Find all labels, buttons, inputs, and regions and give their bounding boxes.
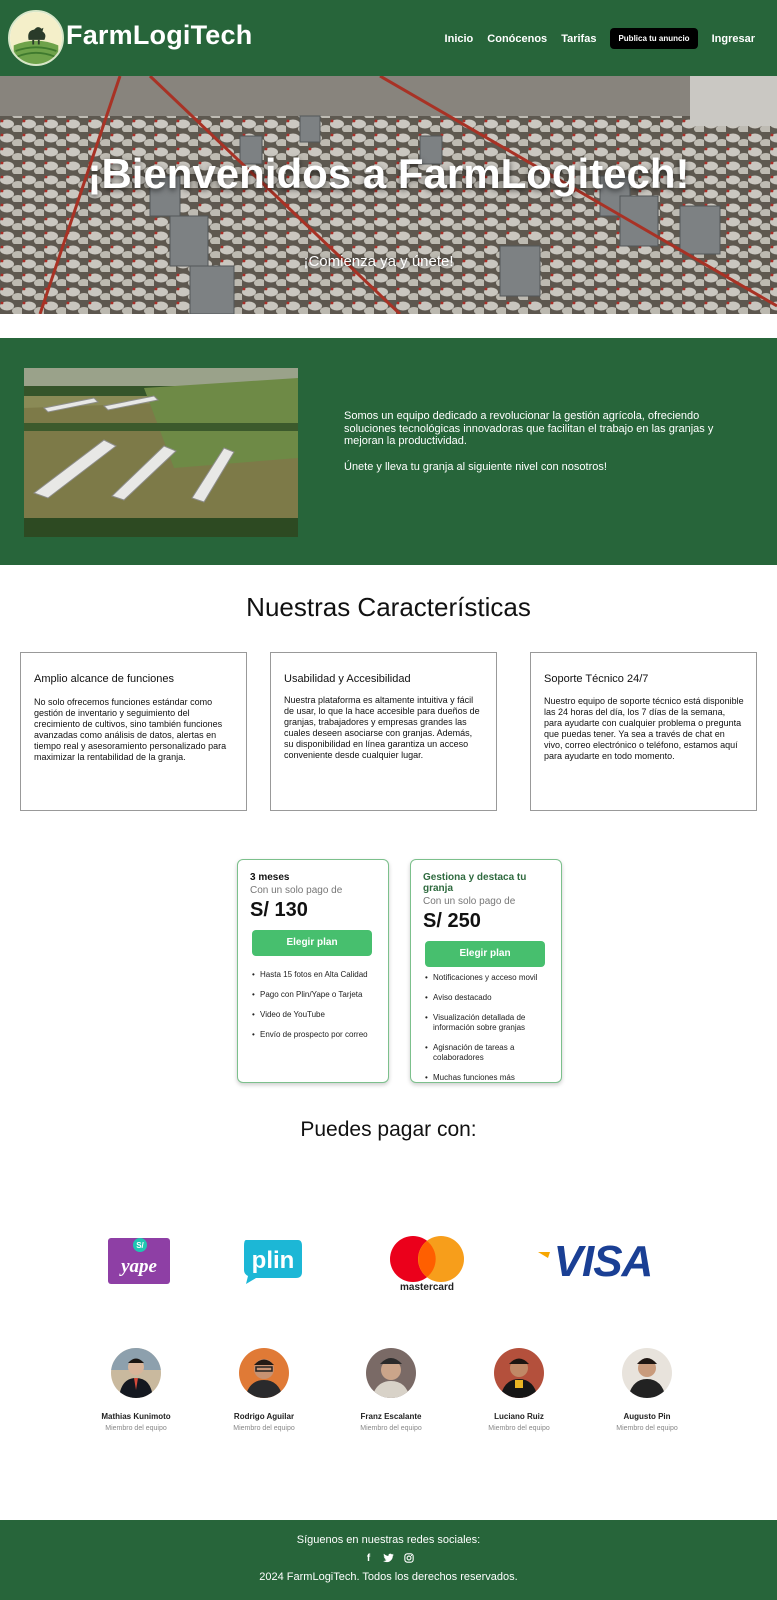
- footer: Síguenos en nuestras redes sociales: f 2…: [0, 1520, 777, 1600]
- feature-card-title: Usabilidad y Accesibilidad: [284, 673, 411, 685]
- plan-price: S/ 250: [423, 910, 481, 932]
- plan-price: S/ 130: [250, 899, 308, 921]
- svg-text:S/: S/: [136, 1241, 144, 1250]
- member-name: Mathias Kunimoto: [101, 1412, 171, 1421]
- plan-features: Hasta 15 fotos en Alta Calidad Pago con …: [250, 970, 376, 1040]
- member-name: Rodrigo Aguilar: [233, 1412, 295, 1421]
- feature-card-text: Nuestro equipo de soporte técnico está d…: [544, 696, 744, 761]
- visa-logo-icon: VISA: [536, 1237, 670, 1286]
- brand-name[interactable]: FarmLogiTech: [66, 20, 252, 51]
- plan-card-3-months: 3 meses Con un solo pago de S/ 130 Elegi…: [237, 859, 389, 1083]
- features-title: Nuestras Características: [246, 592, 531, 622]
- member-role: Miembro del equipo: [105, 1425, 167, 1432]
- plan-name: Gestiona y destaca tu granja: [423, 872, 527, 894]
- nav-link-inicio[interactable]: Inicio: [445, 33, 474, 45]
- member-role: Miembro del equipo: [233, 1425, 295, 1432]
- plin-logo-text: plin: [252, 1247, 295, 1274]
- avatar: [366, 1348, 416, 1398]
- member-role: Miembro del equipo: [488, 1425, 550, 1432]
- aerial-farm-image: [24, 368, 298, 537]
- avatar: [622, 1348, 672, 1398]
- member-name: Luciano Ruiz: [494, 1412, 544, 1421]
- nav-link-tarifas[interactable]: Tarifas: [561, 33, 596, 45]
- top-navbar: FarmLogiTech Inicio Conócenos Tarifas Pu…: [0, 0, 777, 76]
- feature-card-functions: Amplio alcance de funciones No solo ofre…: [20, 652, 247, 811]
- farm-logo-icon[interactable]: [8, 10, 64, 66]
- publish-ad-button[interactable]: Publica tu anuncio: [610, 28, 698, 49]
- avatar: [111, 1348, 161, 1398]
- list-item: Hasta 15 fotos en Alta Calidad: [250, 970, 376, 980]
- list-item: Video de YouTube: [250, 1010, 376, 1020]
- hero-banner: ¡Bienvenidos a FarmLogitech! ¡Comienza y…: [0, 76, 777, 314]
- facebook-icon[interactable]: f: [362, 1551, 376, 1565]
- instagram-icon[interactable]: [402, 1551, 416, 1565]
- member-name: Franz Escalante: [360, 1412, 422, 1421]
- login-link[interactable]: Ingresar: [712, 33, 755, 45]
- list-item: Muchas funciones más: [423, 1073, 549, 1083]
- yape-logo-text: yape: [119, 1256, 157, 1277]
- mastercard-logo-icon: mastercard: [386, 1236, 468, 1293]
- plan-subtitle: Con un solo pago de: [250, 885, 343, 896]
- visa-logo-text: VISA: [554, 1238, 653, 1282]
- about-section: Somos un equipo dedicado a revolucionar …: [0, 338, 777, 565]
- team-member: Mathias Kunimoto Miembro del equipo: [76, 1348, 196, 1432]
- avatar: [239, 1348, 289, 1398]
- plan-card-premium: Gestiona y destaca tu granja Con un solo…: [410, 859, 562, 1083]
- feature-card-title: Soporte Técnico 24/7: [544, 673, 649, 685]
- plan-name: 3 meses: [250, 872, 290, 883]
- feature-card-title: Amplio alcance de funciones: [34, 673, 175, 685]
- member-role: Miembro del equipo: [360, 1425, 422, 1432]
- footer-follow-text: Síguenos en nuestras redes sociales:: [296, 1534, 481, 1546]
- feature-card-text: No solo ofrecemos funciones estándar com…: [34, 697, 227, 762]
- feature-card-support: Soporte Técnico 24/7 Nuestro equipo de s…: [530, 652, 757, 811]
- nav-link-conocenos[interactable]: Conócenos: [487, 33, 547, 45]
- choose-plan-button[interactable]: Elegir plan: [252, 930, 372, 956]
- hero-subtitle: ¡Comienza ya y únete!: [303, 253, 454, 270]
- mastercard-logo-text: mastercard: [400, 1282, 454, 1290]
- copyright-text: 2024 FarmLogiTech. Todos los derechos re…: [259, 1571, 518, 1583]
- feature-card-text: Nuestra plataforma es altamente intuitiv…: [284, 695, 480, 760]
- hero-title: ¡Bienvenidos a FarmLogitech!: [87, 150, 690, 197]
- avatar: [494, 1348, 544, 1398]
- team-member: Rodrigo Aguilar Miembro del equipo: [204, 1348, 324, 1432]
- feature-card-usability: Usabilidad y Accesibilidad Nuestra plata…: [270, 652, 497, 811]
- payments-title: Puedes pagar con:: [300, 1118, 477, 1141]
- team-member: Franz Escalante Miembro del equipo: [331, 1348, 451, 1432]
- about-paragraph-1: Somos un equipo dedicado a revolucionar …: [344, 410, 714, 447]
- twitter-icon[interactable]: [382, 1551, 396, 1565]
- about-paragraph-2: Únete y lleva tu granja al siguiente niv…: [344, 460, 607, 473]
- list-item: Visualización detallada de información s…: [423, 1013, 549, 1033]
- yape-logo-icon: S/ yape: [108, 1236, 170, 1284]
- plan-features: Notificaciones y acceso movil Aviso dest…: [423, 973, 549, 1083]
- team-member: Augusto Pin Miembro del equipo: [587, 1348, 707, 1432]
- plin-logo-icon: plin: [242, 1236, 302, 1284]
- member-role: Miembro del equipo: [616, 1425, 678, 1432]
- team-member: Luciano Ruiz Miembro del equipo: [459, 1348, 579, 1432]
- list-item: Envío de prospecto por correo: [250, 1030, 376, 1040]
- member-name: Augusto Pin: [623, 1412, 671, 1421]
- list-item: Agisnación de tareas a colaboradores: [423, 1043, 549, 1063]
- nav-links: Inicio Conócenos Tarifas Publica tu anun…: [445, 28, 755, 49]
- list-item: Notificaciones y acceso movil: [423, 973, 549, 983]
- choose-plan-button[interactable]: Elegir plan: [425, 941, 545, 967]
- list-item: Aviso destacado: [423, 993, 549, 1003]
- about-text: Somos un equipo dedicado a revolucionar …: [344, 410, 724, 473]
- list-item: Pago con Plin/Yape o Tarjeta: [250, 990, 376, 1000]
- plan-subtitle: Con un solo pago de: [423, 896, 516, 907]
- social-links: f: [0, 1551, 777, 1565]
